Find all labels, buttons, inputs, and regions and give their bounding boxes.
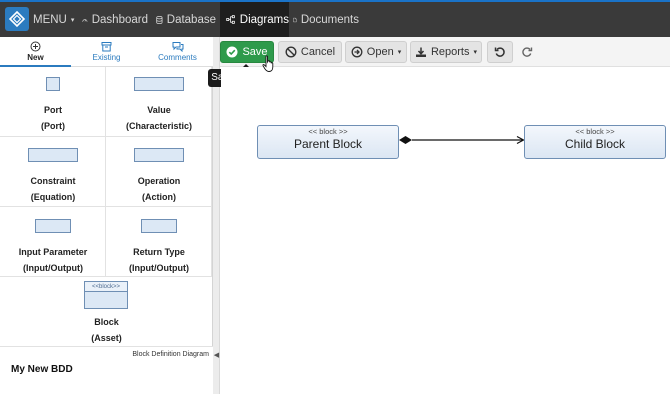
app-logo-icon[interactable] — [5, 7, 29, 31]
diagram-name[interactable]: My New BDD — [11, 364, 73, 375]
comments-icon — [172, 42, 183, 52]
redo-button[interactable] — [516, 41, 538, 63]
palette-item-name: Block — [94, 317, 119, 327]
block-stereotype: <<block>> — [85, 282, 127, 292]
palette-item-name: Port — [44, 105, 62, 115]
palette-item-operation[interactable]: Operation (Action) — [106, 137, 212, 207]
hand-cursor-icon — [262, 55, 274, 72]
diagram-canvas[interactable]: << block >> Parent Block << block >> Chi… — [221, 67, 670, 394]
sidebar-collapse-handle[interactable]: ◀ — [213, 37, 220, 394]
palette-item-type: (Asset) — [91, 333, 122, 343]
palette-item-type: (Input/Output) — [129, 263, 189, 273]
palette-item-name: Input Parameter — [18, 247, 88, 257]
plus-circle-icon — [30, 41, 41, 52]
tab-existing[interactable]: Existing — [71, 37, 142, 67]
arrow-circle-right-icon — [351, 46, 363, 58]
palette-item-type: (Input/Output) — [23, 263, 83, 273]
block-name: Parent Block — [293, 137, 363, 151]
return-type-shape-icon — [141, 219, 177, 233]
palette-item-name: Value — [147, 105, 171, 115]
menu-label: MENU — [33, 13, 67, 26]
nav-item-diagrams[interactable]: Diagrams — [220, 2, 289, 37]
palette-item-name: Operation — [137, 176, 181, 186]
nav-item-label: Dashboard — [91, 13, 148, 26]
nav-item-label: Diagrams — [239, 13, 289, 26]
check-circle-icon — [226, 46, 238, 58]
nav-item-label: Documents — [300, 13, 359, 26]
download-icon — [415, 47, 426, 57]
reports-label: Reports — [430, 46, 470, 58]
diagram-info: Block Definition Diagram My New BDD — [0, 346, 213, 394]
block-stereotype: << block >> — [575, 127, 615, 136]
value-shape-icon — [134, 77, 184, 91]
palette-item-name: Constraint — [30, 176, 76, 186]
parent-block[interactable]: << block >> Parent Block — [257, 125, 399, 159]
palette-item-input-parameter[interactable]: Input Parameter (Input/Output) — [0, 207, 106, 277]
cancel-button[interactable]: Cancel — [278, 41, 342, 63]
palette-item-type: (Characteristic) — [125, 121, 193, 131]
palette-item-port[interactable]: Port (Port) — [0, 67, 106, 137]
tab-label: Existing — [92, 53, 121, 62]
chevron-down-icon: ▾ — [397, 49, 402, 56]
nav-item-documents[interactable]: Documents — [293, 2, 359, 37]
palette-item-type: (Port) — [41, 121, 65, 131]
port-shape-icon — [46, 77, 60, 91]
dashboard-icon — [82, 18, 88, 22]
block-shape-icon: <<block>> — [84, 281, 128, 309]
sidebar-tabs: New Existing Comments — [0, 37, 213, 67]
block-name: Child Block — [564, 137, 626, 151]
child-block[interactable]: << block >> Child Block — [524, 125, 666, 159]
left-sidebar: New Existing Comments Port (Port) Value … — [0, 37, 213, 394]
chevron-left-icon: ◀ — [213, 352, 220, 359]
composition-connector[interactable] — [221, 67, 670, 394]
undo-button[interactable] — [487, 41, 513, 63]
menu-button[interactable]: MENU ▾ — [33, 2, 75, 37]
ban-icon — [285, 46, 297, 58]
palette-item-return-type[interactable]: Return Type (Input/Output) — [106, 207, 212, 277]
palette-item-name: Return Type — [133, 247, 185, 257]
redo-icon — [522, 47, 533, 57]
palette-item-constraint[interactable]: Constraint (Equation) — [0, 137, 106, 207]
nav-item-dashboard[interactable]: Dashboard — [82, 2, 148, 37]
block-stereotype: << block >> — [308, 127, 348, 136]
operation-shape-icon — [134, 148, 184, 162]
diagram-toolbar: Save Cancel Open ▾ Reports ▾ — [220, 37, 670, 67]
document-icon — [293, 17, 297, 22]
chevron-down-icon: ▾ — [70, 16, 75, 24]
tab-new[interactable]: New — [0, 37, 71, 67]
top-nav: MENU ▾ Dashboard Database Diagrams Docum… — [0, 0, 670, 37]
open-label: Open — [366, 46, 394, 58]
constraint-shape-icon — [28, 148, 78, 162]
reports-button[interactable]: Reports ▾ — [410, 41, 482, 63]
archive-icon — [101, 42, 112, 52]
diagram-icon — [226, 15, 235, 24]
cancel-label: Cancel — [300, 46, 336, 58]
nav-item-label: Database — [166, 13, 216, 26]
palette-item-type: (Action) — [142, 192, 176, 202]
tab-comments[interactable]: Comments — [142, 37, 213, 67]
tab-label: New — [27, 53, 44, 62]
palette-item-block[interactable]: <<block>> Block (Asset) — [0, 277, 213, 347]
diagram-type: Block Definition Diagram — [132, 351, 209, 358]
palette-item-type: (Equation) — [30, 192, 76, 202]
tab-label: Comments — [158, 53, 197, 62]
composition-diamond-icon — [399, 136, 412, 144]
input-parameter-shape-icon — [35, 219, 71, 233]
undo-icon — [494, 47, 505, 57]
open-button[interactable]: Open ▾ — [345, 41, 407, 63]
palette-item-value[interactable]: Value (Characteristic) — [106, 67, 212, 137]
chevron-down-icon: ▾ — [473, 49, 478, 56]
nav-item-database[interactable]: Database — [156, 2, 216, 37]
database-icon — [156, 15, 163, 24]
